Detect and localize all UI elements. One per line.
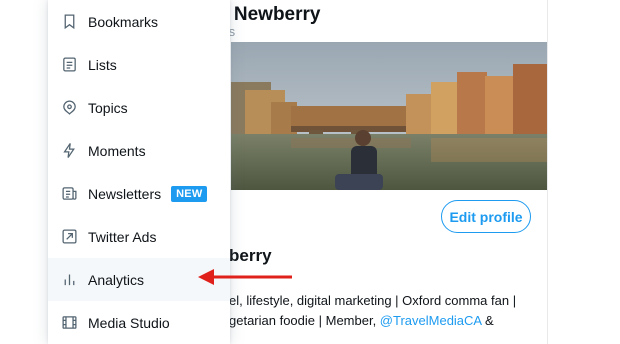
list-icon bbox=[60, 56, 78, 74]
topic-icon bbox=[60, 99, 78, 117]
menu-item-label: Newsletters bbox=[88, 185, 162, 202]
bio-line-2: getarian foodie | Member, @TravelMediaCA… bbox=[229, 311, 516, 331]
menu-item-twitter-ads[interactable]: Twitter Ads bbox=[48, 215, 230, 258]
menu-item-label: Lists bbox=[88, 56, 117, 73]
menu-item-moments[interactable]: Moments bbox=[48, 129, 230, 172]
profile-header-name: n Newberry bbox=[217, 4, 321, 25]
menu-item-label: Moments bbox=[88, 142, 146, 159]
bookmark-icon bbox=[60, 13, 78, 31]
menu-item-newsletters[interactable]: Newsletters NEW bbox=[48, 172, 230, 215]
more-menu-dropdown: Bookmarks Lists Topics Moments Newslette… bbox=[48, 0, 230, 344]
newsletter-icon bbox=[60, 185, 78, 203]
lightning-icon bbox=[60, 142, 78, 160]
analytics-icon bbox=[60, 271, 78, 289]
new-badge: NEW bbox=[171, 185, 208, 202]
menu-item-label: Media Studio bbox=[88, 314, 170, 331]
menu-item-label: Analytics bbox=[88, 271, 145, 288]
media-studio-icon bbox=[60, 314, 78, 332]
profile-bio: el, lifestyle, digital marketing | Oxfor… bbox=[229, 291, 516, 331]
bio-line-1: el, lifestyle, digital marketing | Oxfor… bbox=[229, 293, 517, 308]
menu-item-label: Topics bbox=[88, 99, 128, 116]
menu-item-topics[interactable]: Topics bbox=[48, 86, 230, 129]
menu-item-lists[interactable]: Lists bbox=[48, 43, 230, 86]
ads-arrow-icon bbox=[60, 228, 78, 246]
bio-line-2-start: getarian foodie | Member, bbox=[229, 313, 380, 328]
menu-item-bookmarks[interactable]: Bookmarks bbox=[48, 0, 230, 43]
profile-display-name: berry bbox=[229, 246, 272, 265]
bio-line-2-end: & bbox=[481, 313, 494, 328]
menu-item-media-studio[interactable]: Media Studio bbox=[48, 301, 230, 344]
menu-item-label: Twitter Ads bbox=[88, 228, 157, 245]
menu-item-label: Bookmarks bbox=[88, 13, 159, 30]
bio-mention-link[interactable]: @TravelMediaCA bbox=[380, 313, 482, 328]
edit-profile-button[interactable]: Edit profile bbox=[441, 200, 531, 233]
annotation-arrow-icon bbox=[198, 269, 292, 285]
profile-banner-image[interactable] bbox=[231, 42, 547, 190]
